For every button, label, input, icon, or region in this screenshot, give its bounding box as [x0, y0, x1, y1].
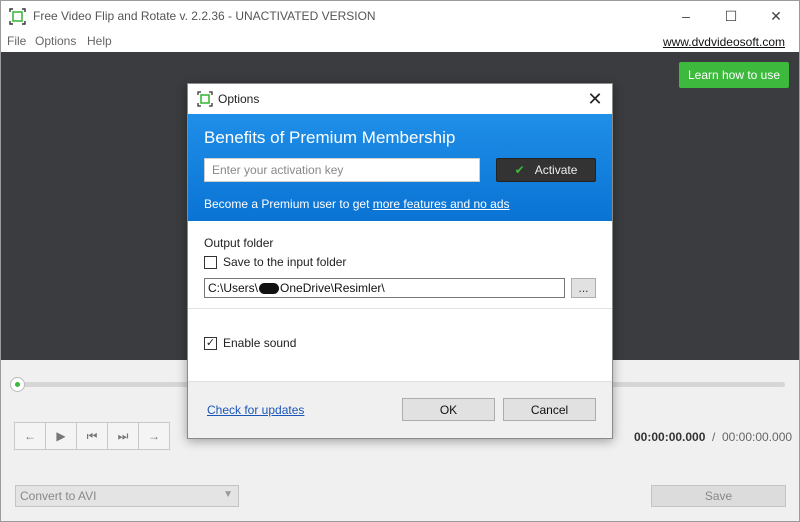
- go-to-end-button[interactable]: ⏭: [107, 422, 139, 450]
- activate-label: Activate: [534, 163, 578, 177]
- dialog-footer: Check for updates OK Cancel: [188, 381, 612, 438]
- close-button[interactable]: ✕: [753, 1, 799, 31]
- maximize-icon: ☐: [724, 7, 738, 24]
- maximize-button[interactable]: ☐: [708, 1, 754, 31]
- minimize-button[interactable]: –: [663, 1, 709, 31]
- output-format-value: Convert to AVI: [20, 489, 97, 503]
- skip-end-icon: ⏭: [117, 428, 129, 443]
- path-prefix: C:\Users\: [208, 281, 259, 295]
- browse-folder-button[interactable]: ...: [571, 278, 596, 298]
- step-back-button[interactable]: ←: [14, 422, 46, 450]
- step-forward-button[interactable]: →: [138, 422, 170, 450]
- redacted-username: [259, 282, 280, 294]
- minimize-icon: –: [682, 8, 690, 24]
- checkmark-icon: ✔: [514, 163, 525, 177]
- close-icon: ✕: [587, 88, 603, 109]
- premium-heading: Benefits of Premium Membership: [204, 128, 456, 147]
- total-time: 00:00:00.000: [722, 430, 793, 444]
- check-for-updates-link[interactable]: Check for updates: [207, 403, 304, 417]
- enable-sound-label: Enable sound: [223, 336, 297, 350]
- dialog-close-button[interactable]: ✕: [584, 88, 606, 110]
- arrow-right-icon: →: [148, 429, 160, 443]
- menu-help[interactable]: Help: [87, 34, 112, 48]
- save-to-input-label: Save to the input folder: [223, 255, 347, 269]
- app-logo-icon: [197, 91, 213, 107]
- dialog-title-bar: Options ✕: [188, 84, 612, 114]
- current-time: 00:00:00.000: [634, 430, 706, 444]
- chevron-down-icon: ▼: [223, 489, 233, 500]
- arrow-left-icon: ←: [24, 429, 36, 443]
- time-separator: /: [712, 430, 716, 444]
- premium-promo: Become a Premium user to get more featur…: [204, 197, 510, 211]
- seek-handle[interactable]: [10, 377, 25, 392]
- window-title: Free Video Flip and Rotate v. 2.2.36 - U…: [33, 9, 376, 23]
- activation-key-input[interactable]: [204, 158, 480, 182]
- enable-sound-checkbox[interactable]: ✓: [204, 336, 217, 350]
- save-button[interactable]: Save: [651, 485, 786, 507]
- play-icon: ▶: [56, 429, 66, 443]
- play-button[interactable]: ▶: [45, 422, 77, 450]
- menu-bar: File Options Help www.dvdvideosoft.com: [1, 31, 799, 52]
- output-path-field[interactable]: C:\Users\ OneDrive\Resimler\: [204, 278, 565, 298]
- dialog-title: Options: [218, 92, 260, 106]
- cancel-button[interactable]: Cancel: [503, 398, 596, 421]
- activate-button[interactable]: ✔ Activate: [496, 158, 596, 182]
- learn-how-to-use-button[interactable]: Learn how to use: [679, 62, 789, 88]
- close-icon: ✕: [770, 7, 782, 24]
- website-link[interactable]: www.dvdvideosoft.com: [663, 35, 785, 49]
- playback-controls: ← ▶ ⏮ ⏭ →: [14, 422, 170, 450]
- save-to-input-folder-option[interactable]: Save to the input folder: [204, 255, 346, 269]
- skip-start-icon: ⏮: [86, 428, 98, 443]
- enable-sound-option[interactable]: ✓ Enable sound: [204, 336, 296, 350]
- menu-options[interactable]: Options: [35, 34, 76, 48]
- output-format-select[interactable]: Convert to AVI ▼: [15, 485, 239, 507]
- title-bar: Free Video Flip and Rotate v. 2.2.36 - U…: [1, 1, 799, 31]
- output-folder-label: Output folder: [204, 236, 274, 250]
- premium-banner: Benefits of Premium Membership ✔ Activat…: [188, 114, 612, 221]
- go-to-start-button[interactable]: ⏮: [76, 422, 108, 450]
- options-dialog: Options ✕ Benefits of Premium Membership…: [187, 83, 613, 439]
- menu-file[interactable]: File: [7, 34, 26, 48]
- ok-button[interactable]: OK: [402, 398, 495, 421]
- promo-text: Become a Premium user to get: [204, 197, 373, 211]
- path-suffix: OneDrive\Resimler\: [280, 281, 385, 295]
- more-features-link[interactable]: more features and no ads: [373, 197, 510, 211]
- divider: [188, 308, 612, 309]
- save-to-input-checkbox[interactable]: [204, 255, 217, 269]
- app-logo-icon: [9, 8, 26, 25]
